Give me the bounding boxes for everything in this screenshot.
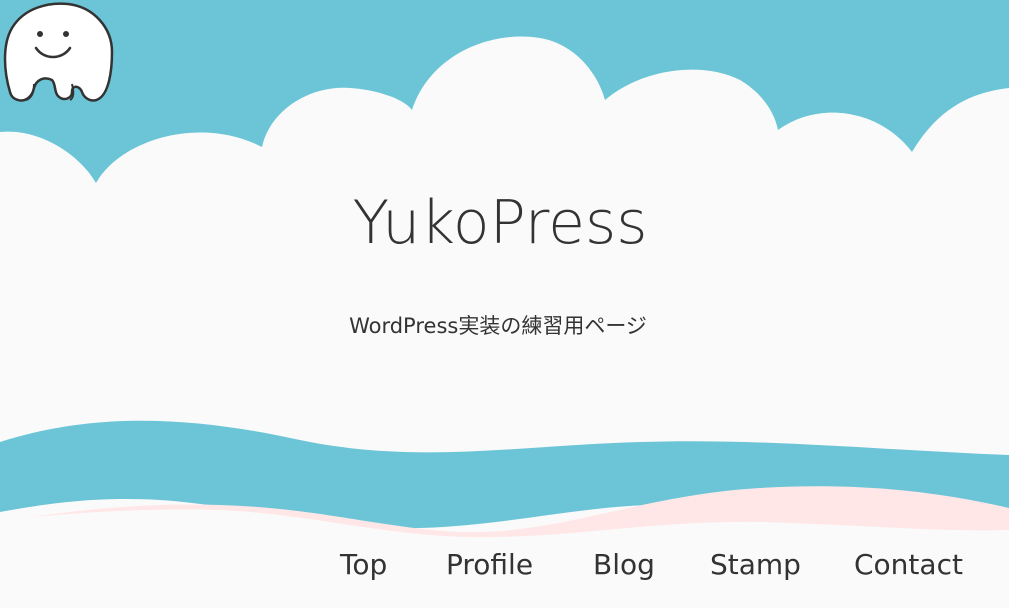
site-tagline: WordPress実装の練習用ページ: [349, 314, 647, 338]
nav-item-label: Contact: [854, 548, 963, 581]
nav-item-contact[interactable]: Contact: [854, 540, 963, 590]
site-title[interactable]: YukoPress: [0, 187, 1000, 259]
nav-item-label: Profile: [446, 548, 534, 581]
nav-item-stamp[interactable]: Stamp: [710, 540, 801, 590]
nav-item-label: Stamp: [710, 548, 801, 581]
nav-item-blog[interactable]: Blog: [593, 540, 655, 590]
hero-background: [0, 0, 1009, 608]
nav-item-label: Top: [340, 548, 388, 581]
hero-header: YukoPress WordPress実装の練習用ページ Top Profile…: [0, 0, 1009, 608]
nav-item-profile[interactable]: Profile: [446, 540, 533, 590]
nav-item-label: Blog: [593, 548, 655, 581]
nav-item-top[interactable]: Top: [340, 540, 388, 590]
main-navigation: Top Profile Blog Stamp Contact: [0, 540, 1009, 596]
smiling-ghost-mascot-icon: [3, 2, 114, 102]
